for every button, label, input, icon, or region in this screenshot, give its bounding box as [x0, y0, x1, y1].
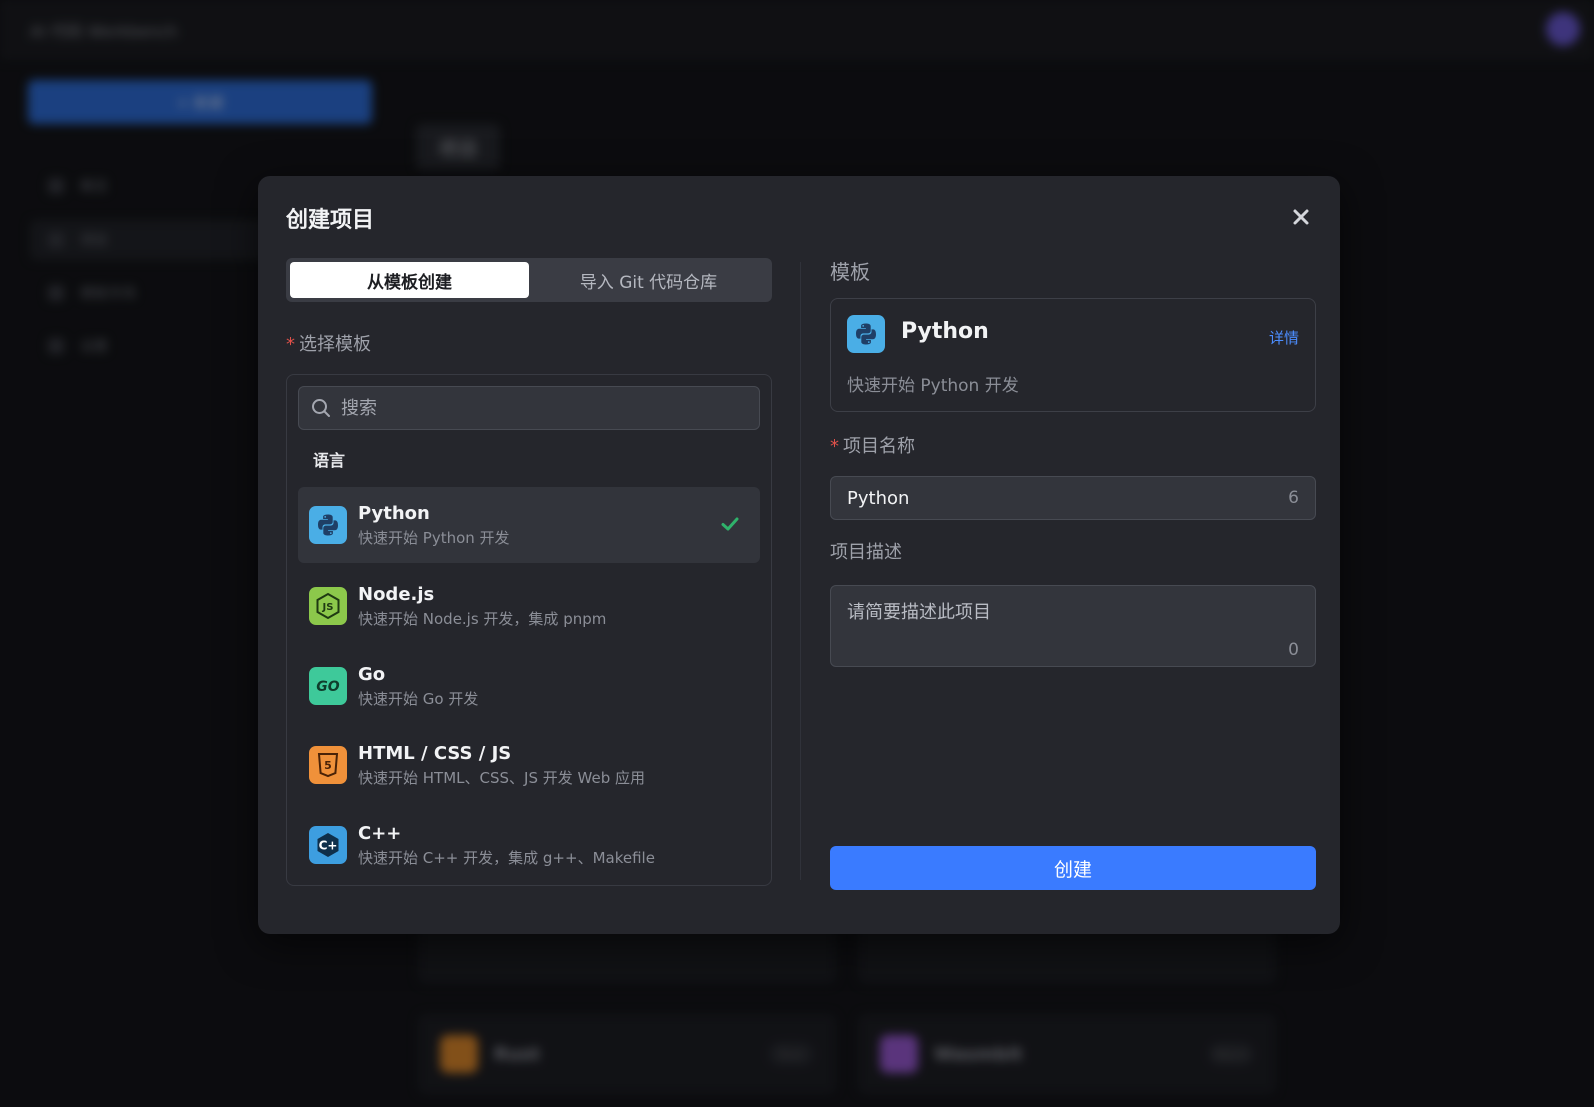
tab-from-template[interactable]: 从模板创建 — [290, 262, 529, 298]
source-tabs: 从模板创建 导入 Git 代码仓库 — [286, 258, 772, 302]
close-icon — [1293, 209, 1309, 225]
details-link[interactable]: 详情 — [1269, 327, 1299, 348]
template-desc: 快速开始 HTML、CSS、JS 开发 Web 应用 — [358, 768, 645, 787]
template-list: 语言 Python 快速开始 Python 开发 JS Node.js 快速开始… — [286, 374, 772, 886]
html5-icon: 5 — [309, 746, 347, 784]
template-desc: 快速开始 C++ 开发，集成 g++、Makefile — [358, 848, 655, 867]
svg-text:5: 5 — [324, 759, 332, 772]
template-item-python[interactable]: Python 快速开始 Python 开发 — [298, 487, 760, 563]
selected-template-card: Python 详情 快速开始 Python 开发 — [830, 298, 1316, 412]
svg-text:JS: JS — [322, 602, 334, 613]
project-name-field: 6 — [830, 476, 1316, 520]
template-desc: 快速开始 Python 开发 — [358, 528, 510, 547]
char-counter: 6 — [1288, 488, 1299, 508]
char-counter: 0 — [1288, 640, 1299, 660]
template-item-html[interactable]: 5 HTML / CSS / JS 快速开始 HTML、CSS、JS 开发 We… — [298, 727, 760, 803]
search-input[interactable] — [341, 397, 741, 419]
template-name: C++ — [358, 822, 402, 844]
check-icon — [721, 517, 739, 531]
cpp-icon: C+ — [309, 826, 347, 864]
dialog-title: 创建项目 — [286, 208, 375, 233]
close-button[interactable] — [1288, 204, 1314, 230]
column-divider — [800, 262, 801, 880]
python-icon — [847, 315, 885, 353]
template-name: HTML / CSS / JS — [358, 742, 512, 764]
template-desc: 快速开始 Node.js 开发，集成 pnpm — [358, 609, 607, 628]
template-search — [298, 386, 760, 430]
tab-import-git[interactable]: 导入 Git 代码仓库 — [529, 262, 768, 298]
project-desc-label: 项目描述 — [830, 542, 902, 563]
template-name: Go — [358, 663, 386, 685]
nodejs-icon: JS — [309, 587, 347, 625]
search-icon — [312, 399, 330, 417]
project-name-label-text: 项目名称 — [843, 436, 915, 457]
template-name: Python — [358, 502, 430, 524]
selected-template-name: Python — [901, 319, 989, 344]
create-project-dialog: 创建项目 从模板创建 导入 Git 代码仓库 *选择模板 语言 Python 快… — [258, 176, 1340, 934]
template-desc: 快速开始 Go 开发 — [358, 689, 479, 708]
project-name-label: * 项目名称 — [830, 432, 915, 458]
project-desc-input[interactable] — [847, 598, 1287, 638]
svg-text:GO: GO — [316, 679, 339, 695]
svg-text:C+: C+ — [319, 839, 338, 853]
template-item-cpp[interactable]: C+ C++ 快速开始 C++ 开发，集成 g++、Makefile — [298, 807, 760, 883]
template-section-label: 模板 — [830, 260, 870, 284]
go-icon: GO — [309, 667, 347, 705]
project-desc-field: 0 — [830, 585, 1316, 667]
project-name-input[interactable] — [847, 487, 1289, 509]
required-mark: * — [286, 334, 295, 355]
template-item-nodejs[interactable]: JS Node.js 快速开始 Node.js 开发，集成 pnpm — [298, 568, 760, 644]
select-template-label: * 选择模板 — [286, 330, 371, 356]
select-template-label-text: 选择模板 — [299, 334, 371, 355]
selected-template-desc: 快速开始 Python 开发 — [847, 376, 1019, 396]
required-mark: * — [830, 436, 839, 457]
group-label-language: 语言 — [313, 451, 346, 470]
template-name: Node.js — [358, 583, 435, 605]
template-item-go[interactable]: GO Go 快速开始 Go 开发 — [298, 648, 760, 724]
create-button[interactable]: 创建 — [830, 846, 1316, 890]
python-icon — [309, 506, 347, 544]
